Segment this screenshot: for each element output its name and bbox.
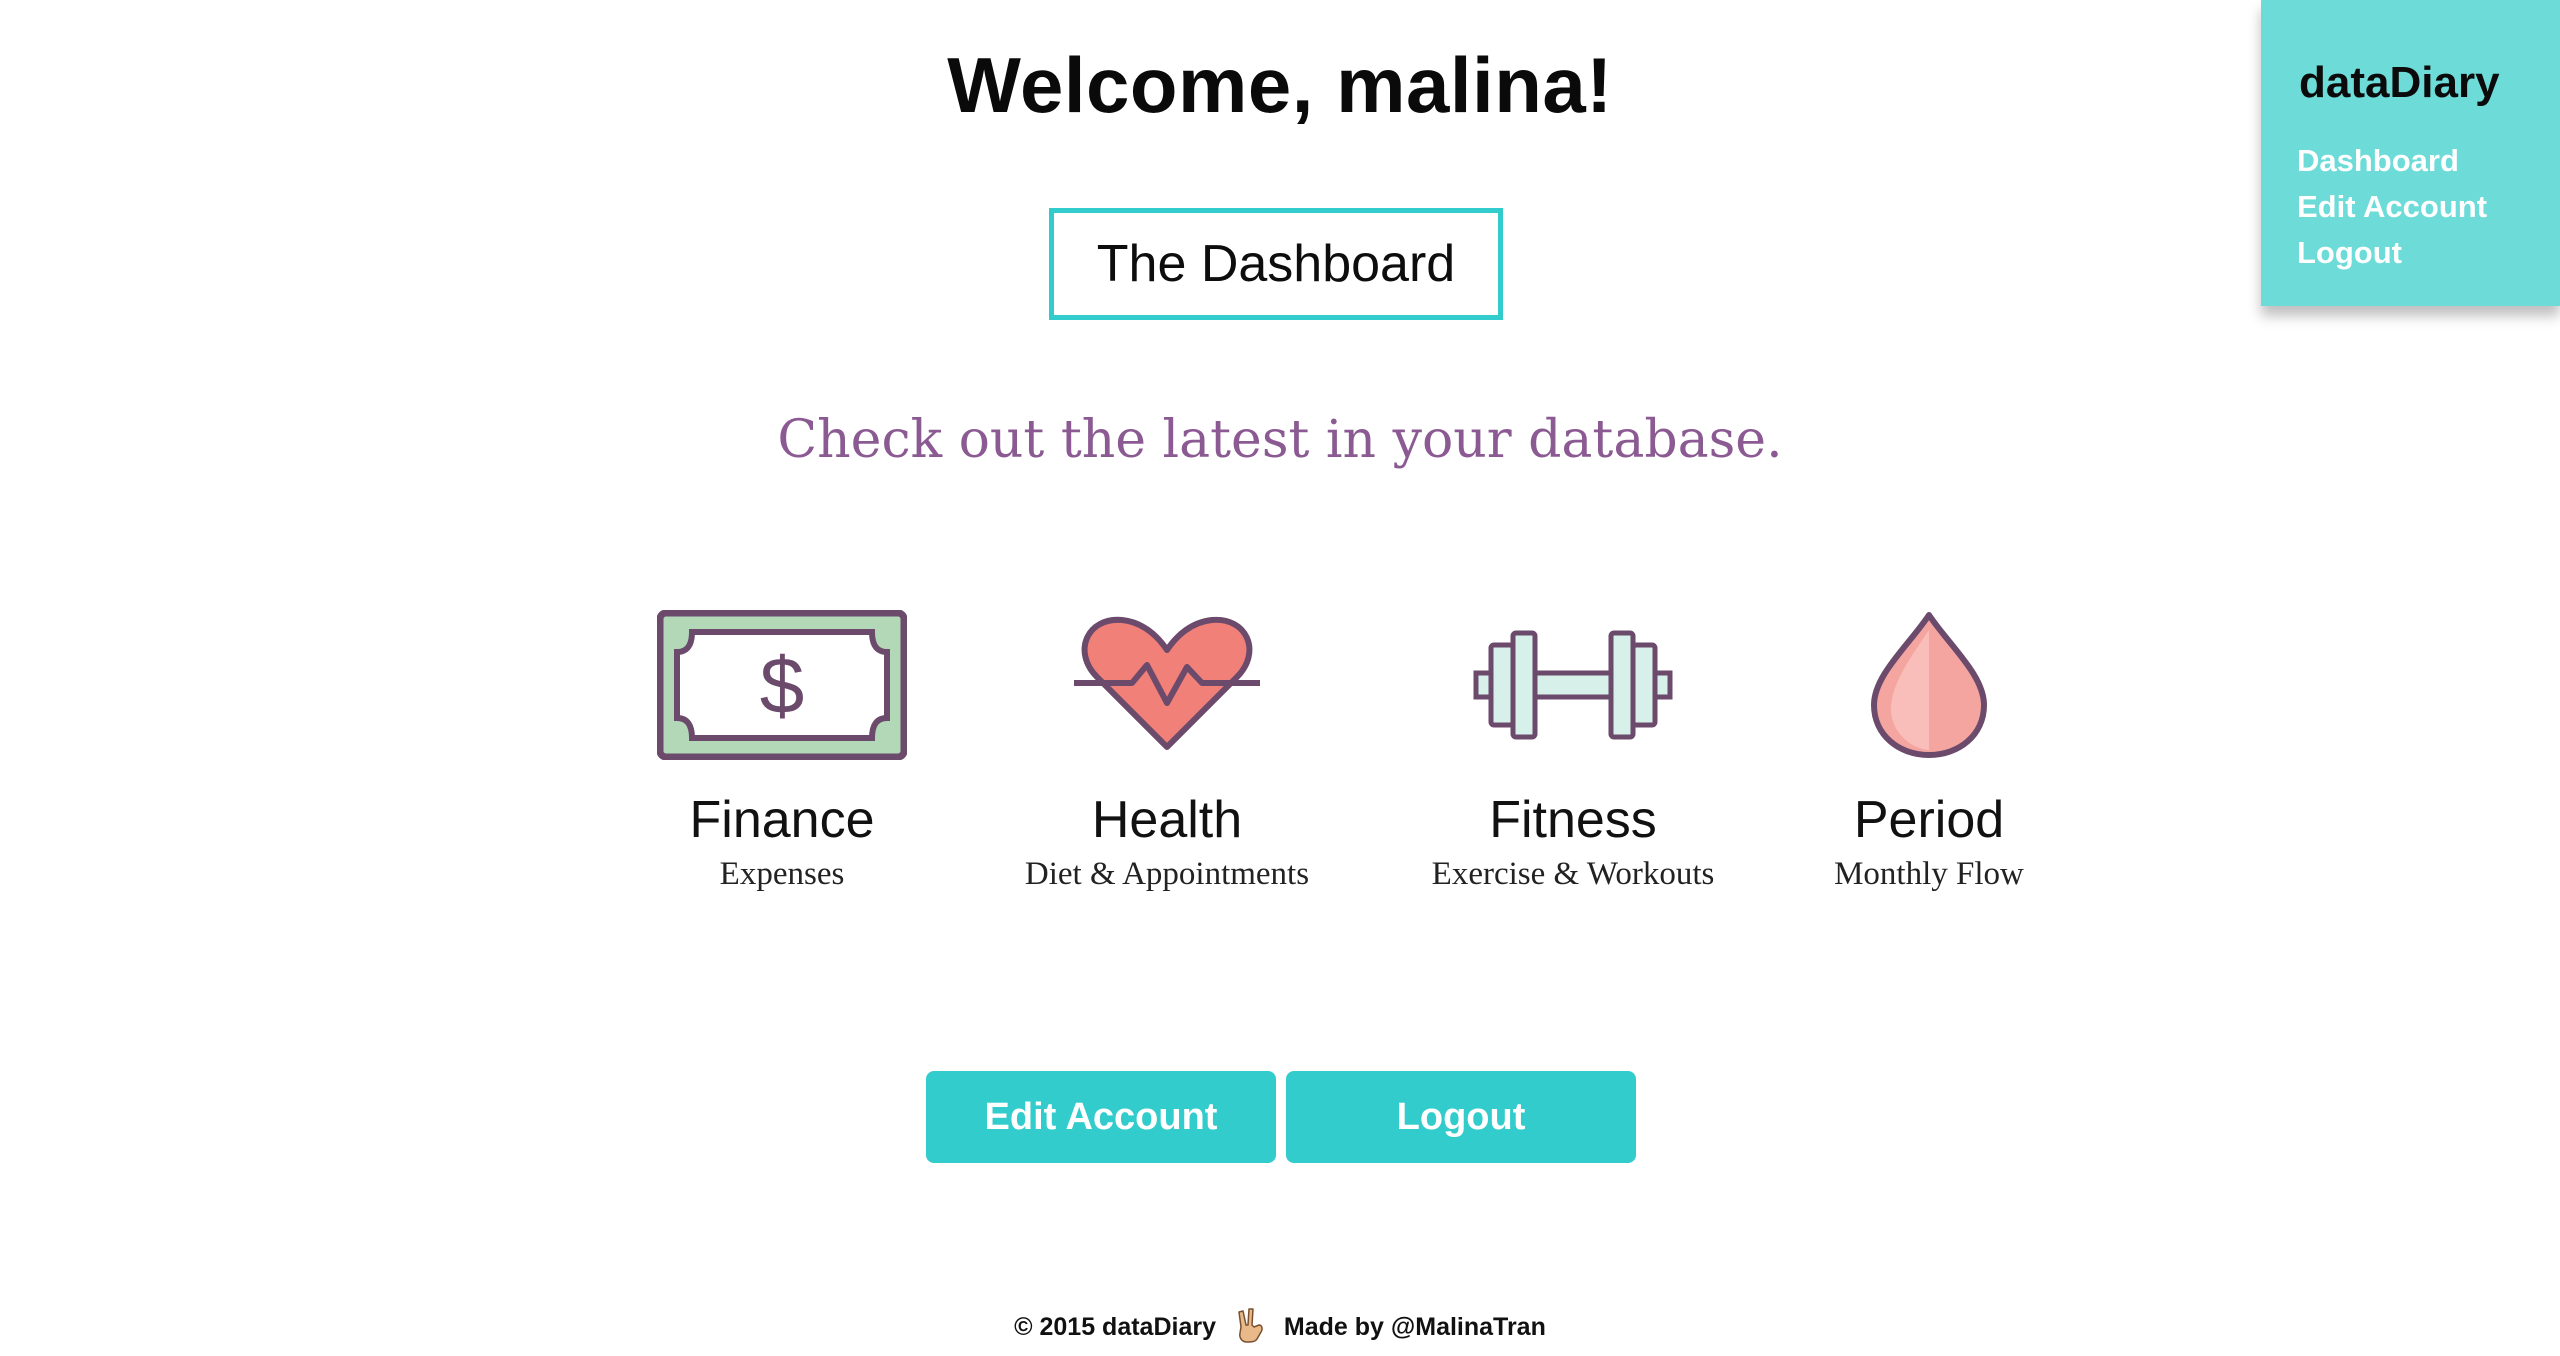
category-title: Finance	[689, 791, 875, 849]
category-title: Health	[1091, 791, 1243, 849]
category-title: Period	[1853, 791, 2005, 849]
category-period[interactable]: Period Monthly Flow	[1739, 600, 2119, 893]
peace-hand-icon	[1235, 1307, 1265, 1350]
footer: © 2015 dataDiary Made by @MalinaTran	[0, 1307, 2560, 1350]
dashboard-page: Welcome, malina! The Dashboard Check out…	[0, 0, 2560, 1356]
heart-pulse-icon	[977, 600, 1357, 770]
sidebar-item-logout[interactable]: Logout	[2297, 230, 2487, 276]
tagline: Check out the latest in your database.	[777, 410, 1783, 470]
footer-made-by: Made by @MalinaTran	[1283, 1313, 1546, 1342]
sidebar-item-edit-account[interactable]: Edit Account	[2297, 184, 2487, 230]
category-fitness[interactable]: Fitness Exercise & Workouts	[1383, 600, 1763, 893]
category-title: Fitness	[1489, 791, 1657, 849]
drop-icon	[1739, 600, 2119, 770]
sidebar-brand: dataDiary	[2299, 58, 2500, 107]
dashboard-title-box: The Dashboard	[1049, 208, 1503, 320]
sidebar-nav: Dashboard Edit Account Logout	[2297, 138, 2487, 276]
sidebar-item-dashboard[interactable]: Dashboard	[2297, 138, 2487, 184]
edit-account-button[interactable]: Edit Account	[926, 1071, 1276, 1163]
category-subtitle: Diet & Appointments	[1024, 856, 1310, 892]
category-health[interactable]: Health Diet & Appointments	[977, 600, 1357, 893]
logout-button[interactable]: Logout	[1286, 1071, 1636, 1163]
category-subtitle: Expenses	[719, 856, 845, 892]
category-subtitle: Monthly Flow	[1834, 856, 2024, 892]
category-finance[interactable]: $ Finance Expenses	[592, 600, 972, 893]
dumbbell-icon	[1383, 600, 1763, 770]
category-subtitle: Exercise & Workouts	[1431, 856, 1715, 892]
footer-copyright: © 2015 dataDiary	[1014, 1313, 1216, 1342]
money-bill-icon: $	[592, 600, 972, 770]
welcome-heading: Welcome, malina!	[947, 41, 1613, 129]
svg-text:$: $	[760, 641, 805, 730]
sidebar-menu: dataDiary Dashboard Edit Account Logout	[2261, 0, 2560, 306]
